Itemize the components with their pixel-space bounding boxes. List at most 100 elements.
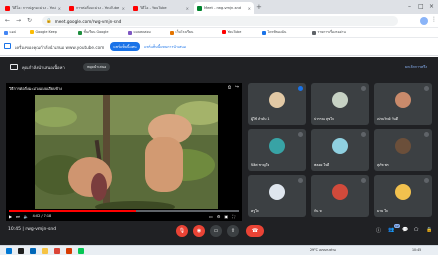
chat-icon[interactable]: 💬 [402,227,408,233]
participant-name: สุภัช พร [377,163,389,167]
leave-call-button[interactable]: ☎ [246,225,264,237]
presenting-banner: เครื่องของคุณกำลังนำเสนอ www.youtube.com… [0,38,438,56]
bookmark-item[interactable]: รายการเรื่องรออ่าน [312,30,346,35]
close-tab-icon[interactable]: × [122,6,125,11]
forward-icon[interactable]: → [16,17,21,25]
taskbar-clock[interactable]: 10:45 [412,248,421,252]
captions-icon[interactable]: ▭ [209,214,213,219]
video-title: วิธีการต่อกิ่งมะม่วงแบบเสียบข้าง [9,86,62,91]
present-button[interactable]: ⇪ [227,225,239,237]
start-icon[interactable] [6,248,12,254]
file-explorer-icon[interactable] [42,248,48,254]
presented-video[interactable]: วิธีการต่อกิ่งมะม่วงแบบเสียบข้าง ⏲ ↪ ▶ ⏭ [6,83,242,221]
bookmark-label: Google Keep [35,30,57,34]
bookmarks-bar: แอป Google Keep ชั้นเรียน Google แบบทดสอ… [0,28,438,38]
chrome-icon[interactable] [54,248,60,254]
participant-avatar [332,138,348,154]
participant-tile[interactable]: เปรมวิทย์ วันดี [374,83,432,125]
mic-muted-icon [298,132,303,137]
unpin-link[interactable]: ยกเลิกการตรึง [405,64,427,70]
participant-tile[interactable]: นิธิศ ชาญใจ [248,129,306,171]
reload-icon[interactable]: ↻ [27,17,32,25]
fullscreen-icon[interactable]: ⛶ [232,214,235,219]
participant-tile[interactable]: ครูใจ [248,175,306,217]
youtube-icon [222,30,226,34]
address-bar[interactable]: 🔒 meet.google.com/rwg-vmjn-snd [42,16,398,26]
drive-icon [262,30,266,35]
people-icon[interactable]: 👥 [388,227,394,233]
bookmark-item[interactable]: YouTube [222,30,241,34]
participant-tile[interactable]: มาย ใจ [374,175,432,217]
miniplayer-icon[interactable]: ▣ [224,214,228,219]
leaf-cluster [35,107,77,127]
present-tab-icon [4,43,11,49]
browser-tab[interactable]: วิดีโอ - YouTube × [130,2,192,14]
bookmark-item[interactable]: แอป [4,30,16,35]
participant-name: ปวรรณ สุขใจ [314,117,334,121]
speaking-indicator-icon [298,86,303,91]
bookmark-label: YouTube [227,30,242,34]
participant-tile[interactable]: สุภัช พร [374,129,432,171]
bookmark-label: แอป [9,30,16,34]
reading-list-icon [312,30,316,35]
minimize-icon[interactable]: – [408,2,411,11]
powerpoint-icon[interactable] [66,248,72,254]
browser-tab[interactable]: การต่อกิ่งมะม่วง - YouTube × [66,2,128,14]
activities-icon[interactable]: ⬠ [414,227,418,233]
participant-name: ผู้ใช้ ลำดับ 1 [251,117,270,121]
close-window-icon[interactable]: × [429,2,434,11]
mic-muted-icon [361,132,366,137]
volume-icon[interactable]: 🔈 [24,214,29,219]
close-tab-icon[interactable]: × [248,6,251,11]
bookmark-label: ไดรฟ์ของฉัน [267,30,287,34]
browser-menu-icon[interactable]: ⋮ [431,16,437,23]
clock-icon[interactable]: ⏲ [228,85,232,91]
info-icon[interactable]: ⓘ [376,227,381,234]
participant-tile[interactable]: พลอย ใจดี [311,129,369,171]
mic-muted-icon [424,132,429,137]
browser-toolbar: ← → ↻ 🔒 meet.google.com/rwg-vmjn-snd ⋮ [0,14,438,28]
maximize-icon[interactable]: □ [418,2,424,11]
back-icon[interactable]: ← [5,17,10,25]
participant-tile[interactable]: ผู้ใช้ ลำดับ 1 [248,83,306,125]
camera-off-button[interactable]: ◉ [193,225,205,237]
bookmark-item[interactable]: แบบทดสอบ [128,30,151,35]
bookmark-item[interactable]: ชั้นเรียน Google [78,30,108,35]
bookmark-item[interactable]: เว็บโรงเรียน [170,30,193,35]
mic-off-button[interactable]: 🎙 [176,225,188,237]
bookmark-label: แบบทดสอบ [133,30,151,34]
participant-avatar [395,138,411,154]
profile-avatar[interactable] [420,17,428,25]
meeting-clock: 10:45 [8,227,21,232]
bookmark-label: รายการเรื่องรออ่าน [317,30,346,34]
host-controls-icon[interactable]: 🔒 [426,227,432,233]
banner-text: เครื่องของคุณกำลังนำเสนอ www.youtube.com [15,45,105,50]
weather-widget[interactable]: 29°C เมฆบางส่วน [310,248,336,253]
share-this-tab-button[interactable]: แชร์แท็บนี้แทน [110,42,140,51]
bookmark-item[interactable]: ไดรฟ์ของฉัน [262,30,286,35]
browser-tab-active[interactable]: Meet - rwg-vmjn-snd × [194,2,254,14]
settings-icon[interactable]: ⚙ [217,214,221,219]
search-icon[interactable] [18,248,24,254]
edge-icon[interactable] [30,248,36,254]
share-icon[interactable]: ↪ [235,85,239,91]
bookmark-item[interactable]: Google Keep [30,30,57,34]
tab-title: Meet - rwg-vmjn-snd [204,6,242,10]
captions-button[interactable]: ▭ [210,225,222,237]
play-icon[interactable]: ▶ [9,214,12,219]
video-progress-bar[interactable] [9,210,239,212]
browser-tab[interactable]: วิดีโอ: การปลูกมะม่วง - YouTube × [2,2,64,14]
forms-icon [128,30,132,35]
new-tab-icon[interactable]: + [256,3,262,12]
participant-tile[interactable]: ปวรรณ สุขใจ [311,83,369,125]
browser-tab-strip: วิดีโอ: การปลูกมะม่วง - YouTube × การต่อ… [0,0,438,14]
share-tab-link[interactable]: แชร์แท็บนี้แทนการนำเสนอ [144,44,186,50]
participant-tile[interactable]: กัน ท [311,175,369,217]
meeting-code: rwg-vmjn-snd [25,227,57,232]
presentation-icon [10,64,18,70]
next-icon[interactable]: ⏭ [16,214,20,219]
line-icon[interactable] [78,248,84,254]
stop-presenting-button[interactable]: หยุดนำเสนอ [83,63,111,71]
close-tab-icon[interactable]: × [186,6,189,11]
close-tab-icon[interactable]: × [58,6,61,11]
